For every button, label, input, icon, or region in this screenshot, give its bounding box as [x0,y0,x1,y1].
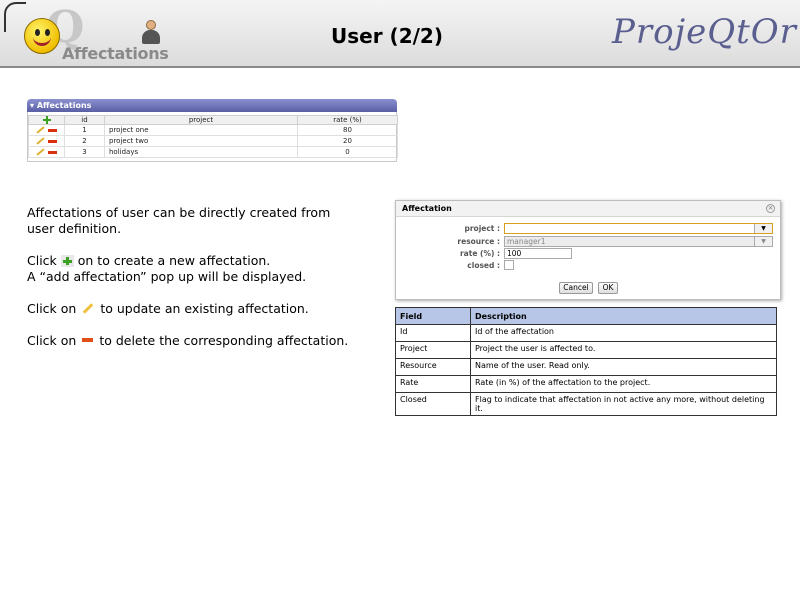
update-prefix: Click on [27,301,77,316]
edit-icon [83,303,94,314]
projeqtor-logo: Q [0,0,84,68]
field-name: Rate [395,375,471,393]
closed-label: closed : [467,261,500,270]
field-name: Closed [395,392,471,416]
column-header-id: id [64,115,105,125]
logo-wire-decoration [4,2,26,32]
create-instructions: Click on to create a new affectation. A … [27,253,306,285]
table-row: Resource Name of the user. Read only. [395,358,777,376]
update-instructions: Click on to update an existing affectati… [27,301,309,317]
edit-icon[interactable] [36,137,45,145]
project-label: project : [464,224,500,233]
create-line: Click on to create a new affectation. [27,253,306,269]
ok-button[interactable]: OK [598,282,618,294]
table-header-row: id project rate (%) [28,115,398,125]
table-row: Id Id of the affectation [395,324,777,342]
row-actions [28,146,65,158]
table-row: Project Project the user is affected to. [395,341,777,359]
panel-body: id project rate (%) 1 project one 80 2 p… [27,112,398,162]
header: Q Affectations User (2/2) ProjeQtOr [0,0,800,68]
panel-title: Affectations [36,101,92,110]
cell-project: holidays [104,146,298,158]
closed-checkbox[interactable] [504,260,514,270]
field-description: Id of the affectation [470,324,777,342]
add-icon [60,255,74,267]
section-label: Affectations [62,44,169,63]
affectations-panel: ▾ Affectations id project rate (%) 1 pro… [27,99,398,163]
delete-icon[interactable] [48,150,57,154]
cell-id: 3 [64,146,105,158]
dialog-title-bar[interactable]: Affectation × [396,201,780,217]
intro-line-1: Affectations of user can be directly cre… [27,205,331,220]
chevron-down-icon[interactable]: ▼ [754,224,772,233]
field-table-header: Field Description [395,307,777,325]
create-prefix: Click [27,253,57,268]
header-field: Field [395,307,471,325]
field-description: Rate (in %) of the affectation to the pr… [470,375,777,393]
delete-prefix: Click on [27,333,77,348]
table-row: Closed Flag to indicate that affectation… [395,392,777,416]
field-description-table: Field Description Id Id of the affectati… [395,307,777,416]
table-row: Rate Rate (in %) of the affectation to t… [395,375,777,393]
project-row: project : ▼ [396,223,782,234]
row-actions [28,135,65,147]
delete-suffix: to delete the corresponding affectation. [99,333,349,348]
table-row: 1 project one 80 [28,124,398,136]
field-name: Resource [395,358,471,376]
cell-rate: 80 [297,124,398,136]
table-row: 3 holidays 0 [28,146,398,158]
add-affectation-cell[interactable] [28,115,65,125]
edit-icon[interactable] [36,126,45,134]
table-row: 2 project two 20 [28,135,398,147]
cell-id: 2 [64,135,105,147]
collapse-icon[interactable]: ▾ [30,101,34,110]
delete-icon[interactable] [48,128,57,132]
edit-icon[interactable] [36,148,45,156]
resource-value: manager1 [507,237,546,246]
header-description: Description [470,307,777,325]
resource-select: manager1 ▼ [504,236,773,247]
affectations-table: id project rate (%) 1 project one 80 2 p… [28,115,398,158]
project-select[interactable]: ▼ [504,223,773,234]
resource-row: resource : manager1 ▼ [396,236,782,247]
intro-text: Affectations of user can be directly cre… [27,205,330,237]
affectation-dialog: Affectation × project : ▼ resource : man… [395,200,781,300]
cell-id: 1 [64,124,105,136]
add-icon[interactable] [42,116,51,124]
create-suffix: on to create a new affectation. [77,253,271,268]
update-suffix: to update an existing affectation. [100,301,309,316]
closed-row: closed : [396,260,782,271]
cell-rate: 20 [297,135,398,147]
column-header-project: project [104,115,298,125]
cancel-button[interactable]: Cancel [559,282,593,294]
field-name: Project [395,341,471,359]
column-header-rate: rate (%) [297,115,398,125]
intro-line-2: user definition. [27,221,122,236]
field-description: Name of the user. Read only. [470,358,777,376]
chevron-down-icon: ▼ [754,237,772,246]
delete-instructions: Click on to delete the corresponding aff… [27,333,348,349]
panel-header[interactable]: ▾ Affectations [27,99,397,112]
rate-input[interactable]: 100 [504,248,572,259]
cell-project: project two [104,135,298,147]
rate-label: rate (%) : [459,249,500,258]
field-description: Flag to indicate that affectation in not… [470,392,777,416]
cell-project: project one [104,124,298,136]
rate-row: rate (%) : 100 [396,248,782,259]
resource-label: resource : [457,237,500,246]
delete-icon[interactable] [48,139,57,143]
row-actions [28,124,65,136]
field-description: Project the user is affected to. [470,341,777,359]
cell-rate: 0 [297,146,398,158]
page-title: User (2/2) [331,24,443,48]
popup-line: A “add affectation” pop up will be displ… [27,269,307,284]
smiley-icon [24,18,60,54]
delete-icon [82,338,94,342]
dialog-title: Affectation [402,204,452,213]
close-icon[interactable]: × [766,204,775,213]
user-icon [142,20,160,46]
field-name: Id [395,324,471,342]
brand-name: ProjeQtOr [612,12,797,52]
